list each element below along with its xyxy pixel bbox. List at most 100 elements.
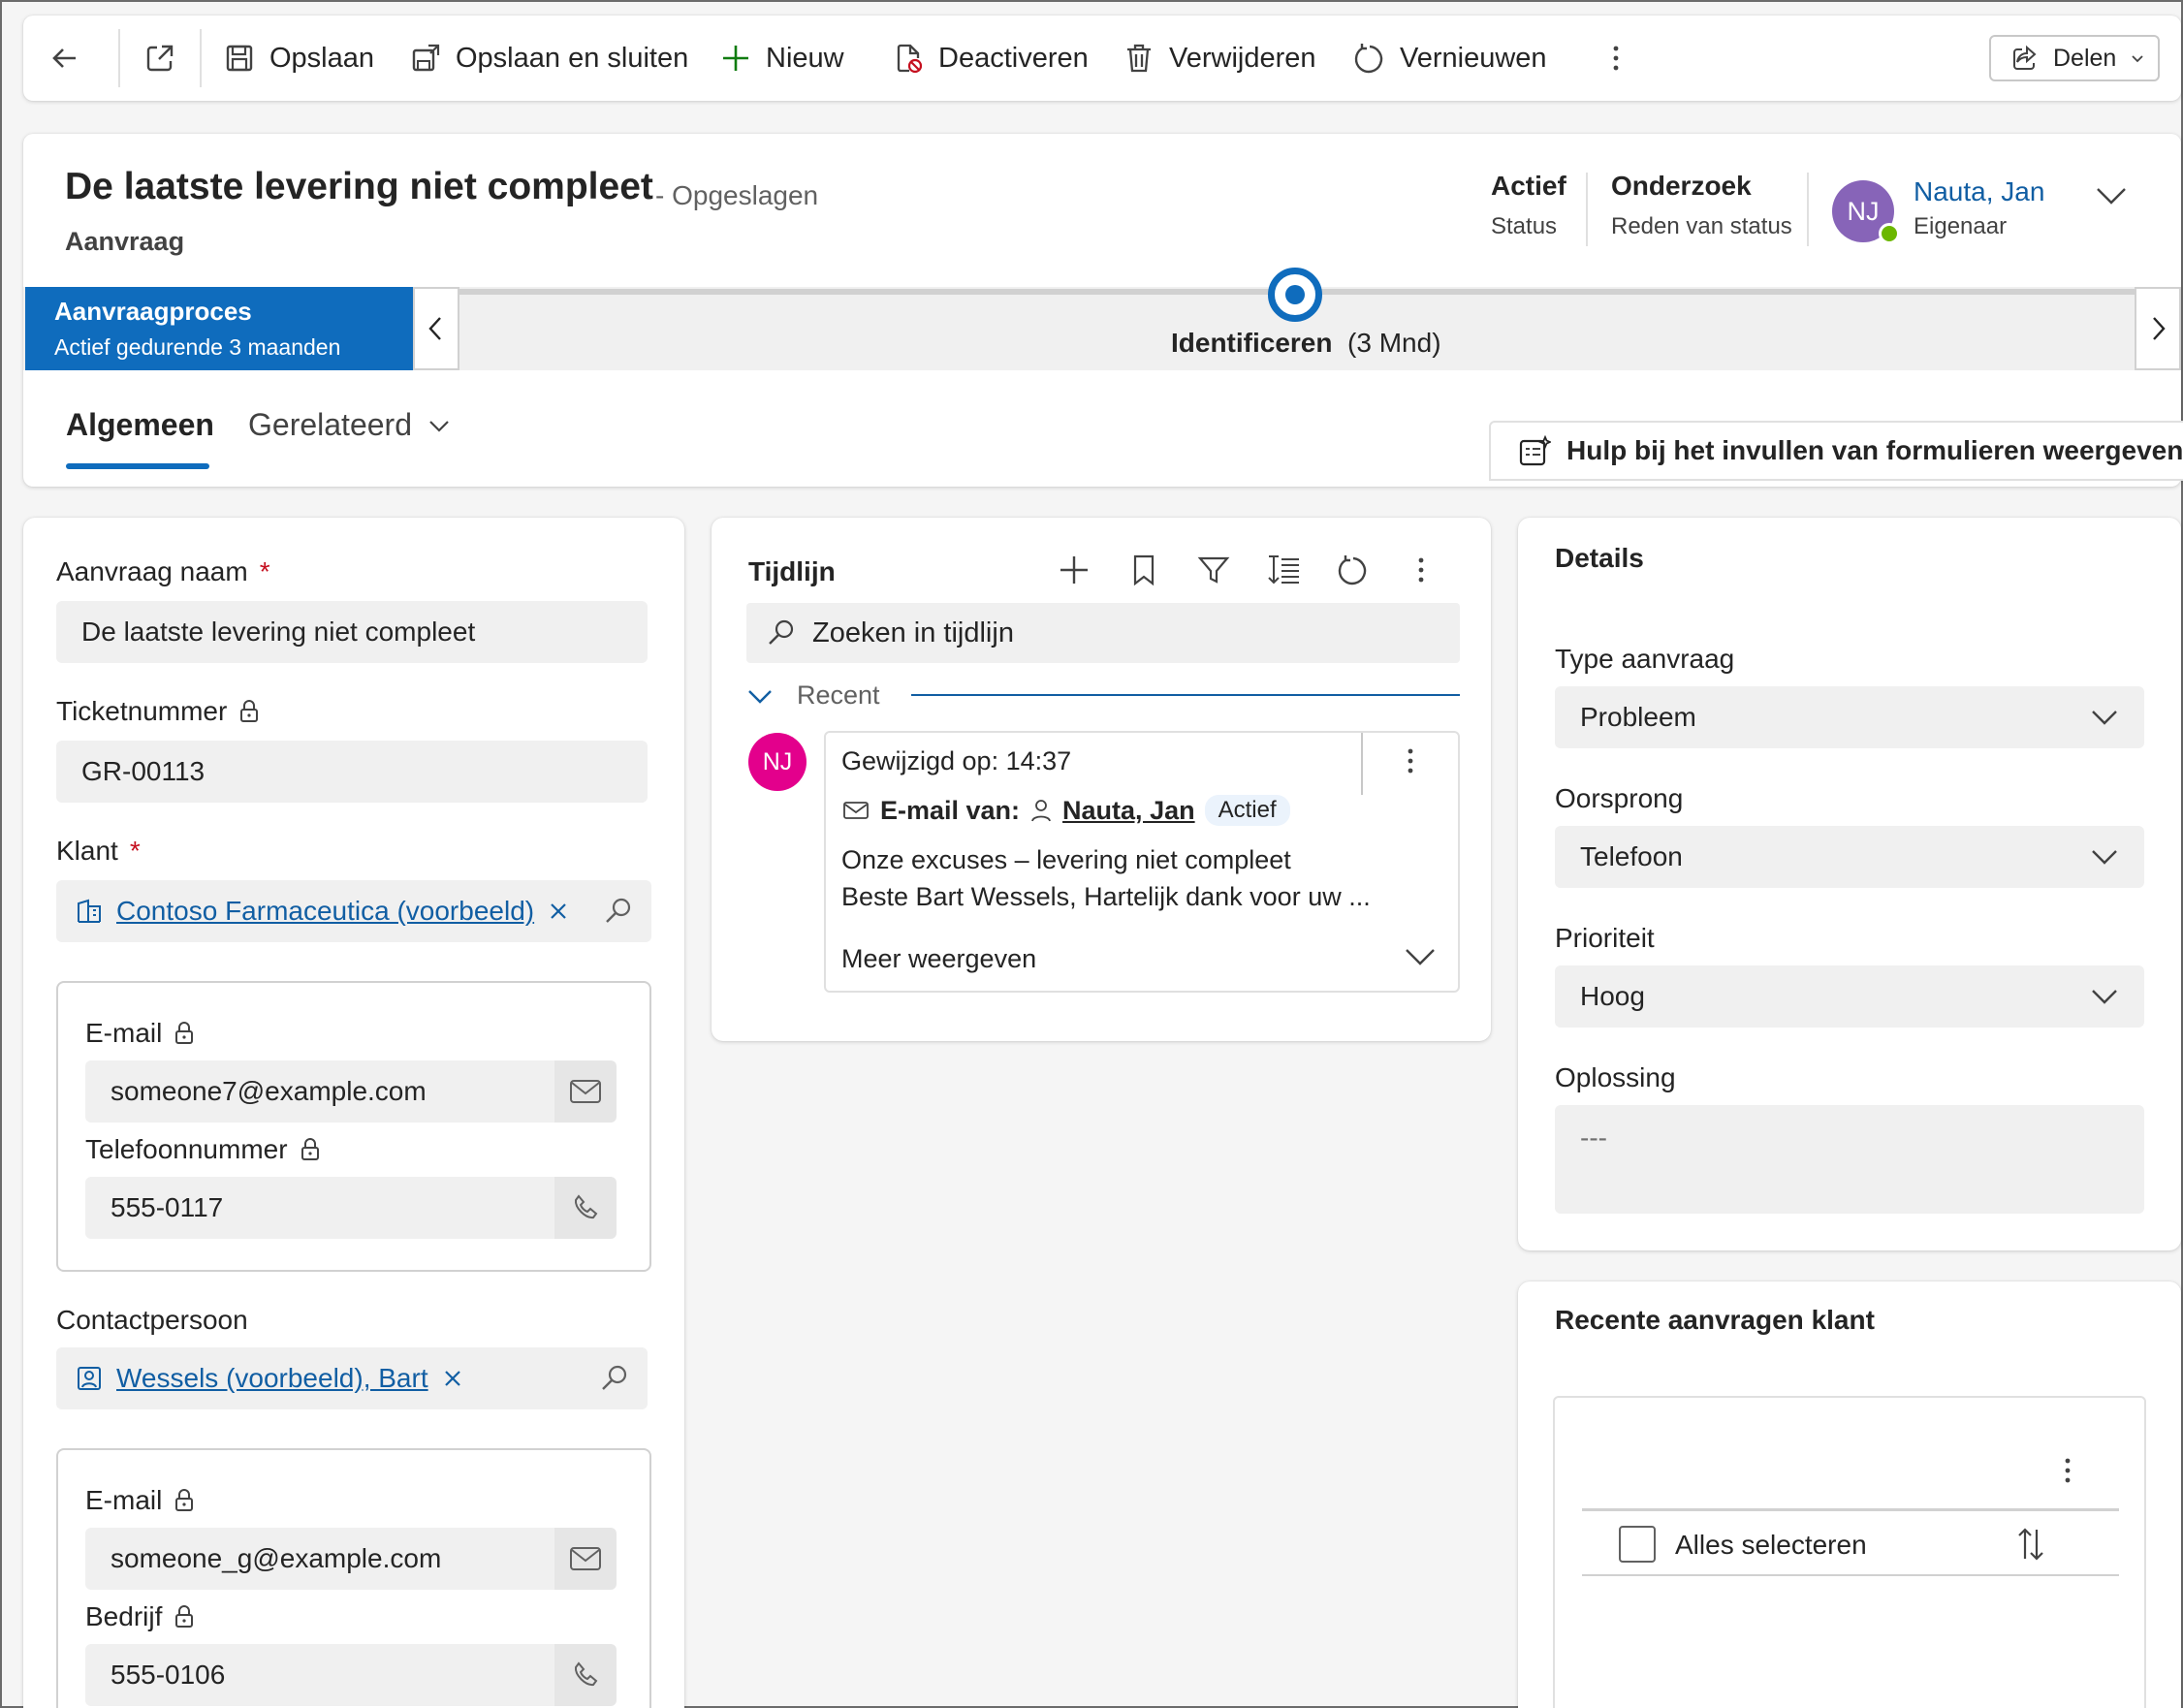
resolution-value: --- (1580, 1123, 1607, 1153)
case-type-select[interactable]: Probleem (1555, 686, 2144, 748)
mail-icon (570, 1547, 601, 1570)
phone-icon (574, 1194, 598, 1219)
timeline-item[interactable]: Gewijzigd op: 14:37 E-mail van: Nauta, J… (824, 731, 1460, 993)
customer-email-field: someone7@example.com (85, 1060, 554, 1123)
timeline-bookmark-button[interactable] (1124, 551, 1163, 589)
customer-lookup[interactable]: Contoso Farmaceutica (voorbeeld) (56, 880, 651, 942)
bpf-previous-button[interactable] (413, 287, 459, 370)
grid-row-border (1582, 1574, 2119, 1576)
timeline-recent-toggle[interactable]: Recent (746, 680, 880, 711)
more-commands-button[interactable] (1599, 16, 1632, 101)
case-type-label: Type aanvraag (1555, 644, 1735, 674)
timeline-refresh-button[interactable] (1334, 551, 1373, 589)
tab-related[interactable]: Gerelateerd (248, 407, 451, 443)
send-email-button[interactable] (554, 1060, 617, 1123)
lock-icon (175, 1489, 194, 1511)
general-section: Aanvraag naam * De laatste levering niet … (23, 518, 684, 1708)
open-new-window-button[interactable] (143, 16, 176, 101)
divider (118, 29, 120, 87)
lock-icon (240, 700, 259, 722)
delete-button[interactable]: Verwijderen (1123, 16, 1316, 101)
grid-sort-button[interactable] (2016, 1526, 2045, 1563)
search-icon[interactable] (603, 896, 634, 927)
back-arrow-icon (52, 48, 76, 68)
mail-icon (570, 1080, 601, 1103)
select-all-checkbox[interactable] (1619, 1526, 1656, 1563)
recent-requests-grid: Alles selecteren (1553, 1396, 2146, 1708)
send-email-button[interactable] (554, 1528, 617, 1590)
bpf-stage-label[interactable]: Identificeren (3 Mnd) (1171, 328, 1441, 359)
entity-name: Aanvraag (65, 227, 185, 256)
timeline-item-expand-button[interactable] (1404, 942, 1437, 969)
timeline-filter-button[interactable] (1194, 551, 1233, 589)
search-icon[interactable] (599, 1363, 630, 1394)
timeline-item-show-more[interactable]: Meer weergeven (841, 944, 1036, 974)
deactivate-button[interactable]: Deactiveren (892, 16, 1089, 101)
customer-lookup-tag[interactable]: Contoso Farmaceutica (voorbeeld) (76, 896, 569, 927)
bpf-stage-indicator[interactable] (1268, 268, 1322, 322)
close-icon[interactable] (442, 1368, 463, 1389)
close-icon[interactable] (548, 901, 569, 922)
tab-general[interactable]: Algemeen (66, 407, 214, 443)
timeline-sort-button[interactable] (1264, 551, 1303, 589)
timeline-item-from-link[interactable]: Nauta, Jan (1062, 796, 1195, 826)
bpf-next-button[interactable] (2135, 287, 2181, 370)
timeline-add-button[interactable] (1055, 551, 1093, 589)
contact-quick-view: E-mail someone_g@example.com Bedrijf 555… (56, 1448, 651, 1708)
chevron-down-icon (2092, 850, 2117, 865)
divider (200, 29, 202, 87)
search-icon (769, 619, 794, 645)
customer-label-text: Klant (56, 836, 118, 866)
form-fill-assist-button[interactable]: Hulp bij het invullen van formulieren we… (1489, 421, 2183, 481)
call-button[interactable] (554, 1644, 617, 1706)
customer-phone-field: 555-0117 (85, 1177, 554, 1239)
sort-list-icon (1268, 555, 1299, 585)
deactivate-label: Deactiveren (938, 42, 1089, 74)
contact-card-icon (78, 1367, 101, 1390)
back-button[interactable] (48, 16, 81, 101)
resolution-textarea[interactable]: --- (1555, 1105, 2144, 1214)
customer-label: Klant * (56, 836, 141, 867)
owner-label: Eigenaar (1914, 213, 2008, 239)
timeline-title: Tijdlijn (748, 556, 836, 586)
owner-link[interactable]: Nauta, Jan (1914, 176, 2044, 207)
timeline-item-more-button[interactable] (1394, 744, 1427, 777)
priority-label: Prioriteit (1555, 923, 1655, 953)
timeline-item-from-label: E-mail van: (880, 795, 1021, 825)
header-expand-button[interactable] (2094, 178, 2129, 213)
save-and-close-button[interactable]: Opslaan en sluiten (409, 16, 688, 101)
customer-email-label: E-mail (85, 1018, 195, 1049)
status-badge: Actief (1204, 795, 1290, 826)
bpf-stage-name: Identificeren (1171, 328, 1333, 358)
tab-selected-indicator (66, 463, 209, 469)
case-name-label: Aanvraag naam * (56, 556, 270, 587)
contact-value[interactable]: Wessels (voorbeeld), Bart (116, 1363, 428, 1394)
details-section: Details Type aanvraag Probleem Oorsprong… (1518, 518, 2181, 1250)
contact-business-phone-field: 555-0106 (85, 1644, 554, 1706)
bpf-process-button[interactable]: Aanvraagproces Actief gedurende 3 maande… (25, 287, 415, 370)
save-button[interactable]: Opslaan (223, 16, 374, 101)
ticket-number-label: Ticketnummer (56, 696, 260, 727)
contact-lookup[interactable]: Wessels (voorbeeld), Bart (56, 1347, 648, 1409)
save-and-close-icon (412, 44, 440, 72)
chevron-down-icon (2097, 188, 2126, 205)
priority-select[interactable]: Hoog (1555, 965, 2144, 1028)
recent-requests-title: Recente aanvragen klant (1555, 1305, 1875, 1335)
chevron-down-icon (2092, 711, 2117, 725)
tab-related-label: Gerelateerd (248, 407, 412, 442)
save-icon (226, 45, 253, 72)
divider (1361, 733, 1363, 795)
customer-value[interactable]: Contoso Farmaceutica (voorbeeld) (116, 896, 534, 927)
contact-lookup-tag[interactable]: Wessels (voorbeeld), Bart (76, 1363, 463, 1394)
call-button[interactable] (554, 1177, 617, 1239)
email-sent-icon (843, 802, 869, 819)
timeline-more-button[interactable] (1402, 551, 1440, 589)
case-name-label-text: Aanvraag naam (56, 556, 248, 586)
refresh-button[interactable]: Vernieuwen (1353, 16, 1547, 101)
case-name-input[interactable]: De laatste levering niet compleet (56, 601, 648, 663)
new-button[interactable]: Nieuw (719, 16, 844, 101)
timeline-search-input[interactable]: Zoeken in tijdlijn (746, 603, 1460, 663)
origin-select[interactable]: Telefoon (1555, 826, 2144, 888)
share-button[interactable]: Delen (1989, 35, 2160, 81)
grid-more-button[interactable] (2051, 1454, 2084, 1487)
